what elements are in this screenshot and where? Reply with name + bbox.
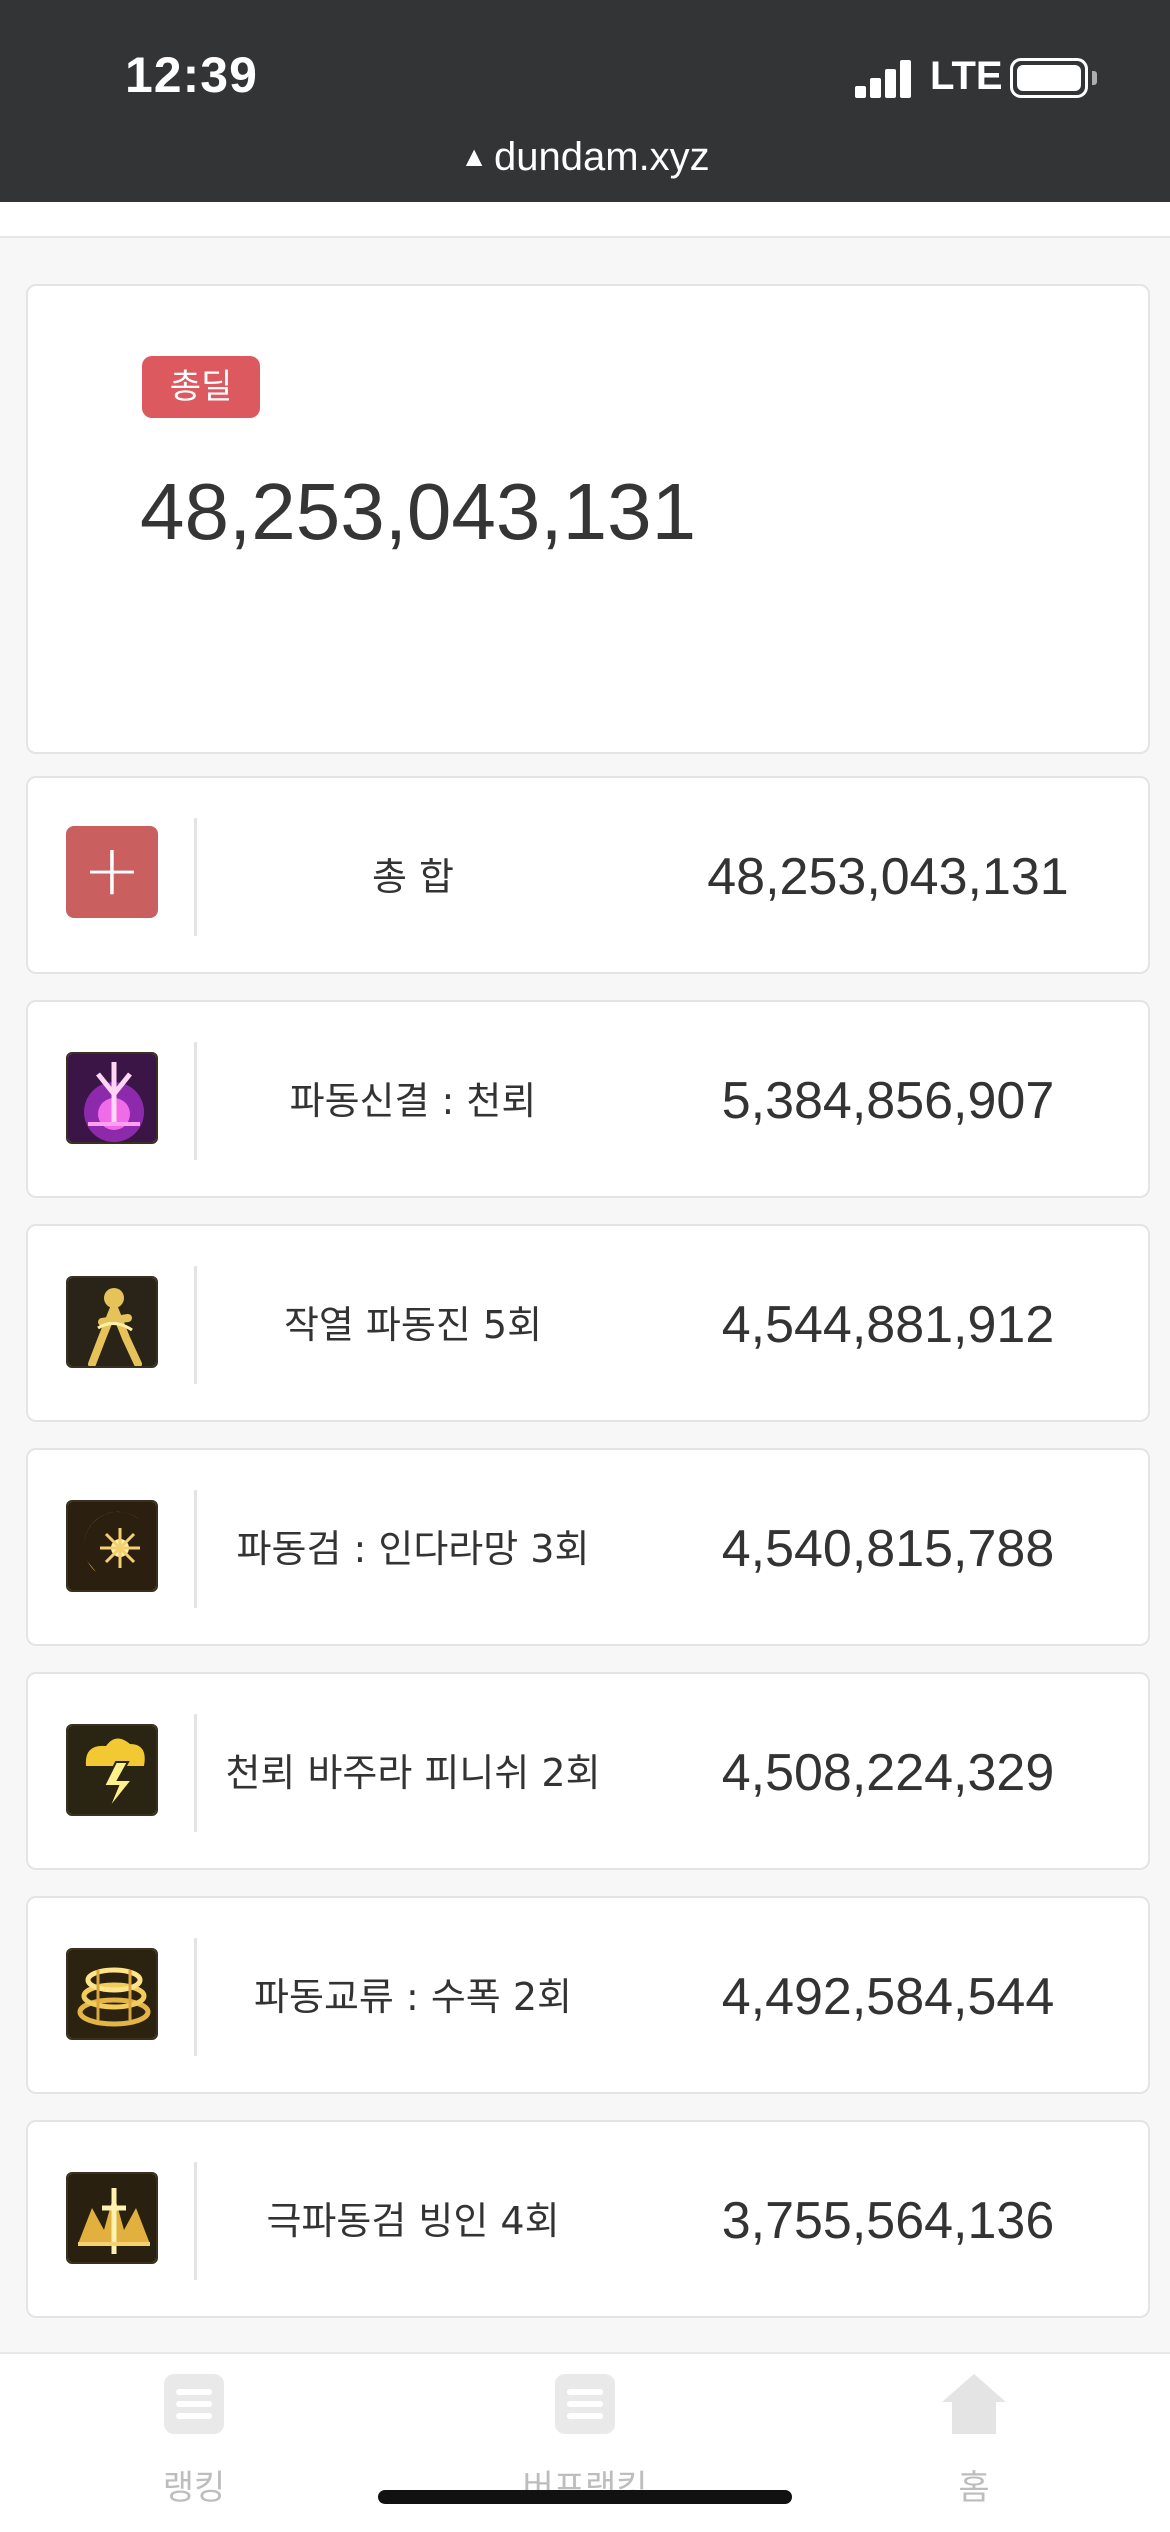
url-text: dundam.xyz bbox=[494, 135, 710, 179]
skill-damage: 4,540,815,788 bbox=[721, 1520, 1055, 1578]
skill-damage: 3,755,564,136 bbox=[721, 2192, 1055, 2250]
home-icon bbox=[942, 2374, 1006, 2434]
skill-name: 총 합 bbox=[372, 855, 454, 899]
crescent-burst-icon bbox=[66, 1500, 158, 1592]
skill-name: 작열 파동진 5회 bbox=[283, 1303, 543, 1347]
divider bbox=[194, 1490, 197, 1608]
lightning-sword-icon bbox=[66, 1052, 158, 1144]
divider bbox=[194, 818, 197, 936]
skill-damage: 4,508,224,329 bbox=[721, 1744, 1055, 1802]
skill-name: 파동신결 : 천뢰 bbox=[289, 1079, 537, 1123]
total-damage-value: 48,253,043,131 bbox=[140, 467, 697, 556]
skill-name: 파동검 : 인다라망 3회 bbox=[236, 1527, 590, 1571]
skill-row[interactable]: 파동검 : 인다라망 3회 4,540,815,788 bbox=[26, 1448, 1150, 1646]
skill-damage: 5,384,856,907 bbox=[721, 1072, 1055, 1130]
network-type: LTE bbox=[930, 54, 1003, 98]
home-indicator[interactable] bbox=[378, 2490, 792, 2504]
warning-icon: ▲ bbox=[460, 141, 489, 172]
header-strip bbox=[0, 202, 1170, 238]
skill-row[interactable]: 파동신결 : 천뢰 5,384,856,907 bbox=[26, 1000, 1150, 1198]
skill-row[interactable]: 극파동검 빙인 4회 3,755,564,136 bbox=[26, 2120, 1150, 2318]
skill-name: 극파동검 빙인 4회 bbox=[266, 2199, 560, 2243]
total-damage-card: 총딜 48,253,043,131 bbox=[26, 284, 1150, 754]
divider bbox=[194, 1042, 197, 1160]
bottom-navigation: 랭킹 버프랭킹 홈 bbox=[0, 2352, 1170, 2532]
vortex-ring-icon bbox=[66, 1948, 158, 2040]
divider bbox=[194, 1266, 197, 1384]
nav-buff-ranking[interactable]: 버프랭킹 bbox=[485, 2374, 685, 2509]
skill-row-total[interactable]: + 총 합 48,253,043,131 bbox=[26, 776, 1150, 974]
burning-figure-icon bbox=[66, 1276, 158, 1368]
total-damage-badge: 총딜 bbox=[142, 356, 260, 418]
skill-row[interactable]: 작열 파동진 5회 4,544,881,912 bbox=[26, 1224, 1150, 1422]
clock: 12:39 bbox=[125, 47, 258, 103]
skill-name: 천뢰 바주라 피니쉬 2회 bbox=[225, 1751, 601, 1795]
list-icon bbox=[164, 2374, 224, 2434]
nav-label: 홈 bbox=[958, 2468, 990, 2508]
plus-icon[interactable]: + bbox=[66, 826, 158, 918]
thunder-cloud-icon bbox=[66, 1724, 158, 1816]
battery-icon bbox=[1010, 58, 1088, 98]
skill-row[interactable]: 파동교류 : 수폭 2회 4,492,584,544 bbox=[26, 1896, 1150, 2094]
ice-blade-icon bbox=[66, 2172, 158, 2264]
page-content: 총딜 48,253,043,131 + 총 합 48,253,043,131 파… bbox=[0, 202, 1170, 2352]
nav-home[interactable]: 홈 bbox=[874, 2374, 1074, 2509]
divider bbox=[194, 1714, 197, 1832]
cellular-signal-icon bbox=[855, 58, 913, 98]
skill-row[interactable]: 천뢰 바주라 피니쉬 2회 4,508,224,329 bbox=[26, 1672, 1150, 1870]
nav-ranking[interactable]: 랭킹 bbox=[94, 2374, 294, 2509]
divider bbox=[194, 2162, 197, 2280]
status-bar: 12:39 LTE ▲ dundam.xyz bbox=[0, 0, 1170, 202]
skill-damage: 48,253,043,131 bbox=[707, 848, 1069, 906]
skill-name: 파동교류 : 수폭 2회 bbox=[254, 1975, 572, 2019]
skill-damage: 4,492,584,544 bbox=[721, 1968, 1055, 2026]
divider bbox=[194, 1938, 197, 2056]
skill-damage: 4,544,881,912 bbox=[721, 1296, 1055, 1354]
address-bar[interactable]: ▲ dundam.xyz bbox=[0, 135, 1170, 180]
nav-label: 랭킹 bbox=[162, 2468, 226, 2508]
list-icon bbox=[555, 2374, 615, 2434]
